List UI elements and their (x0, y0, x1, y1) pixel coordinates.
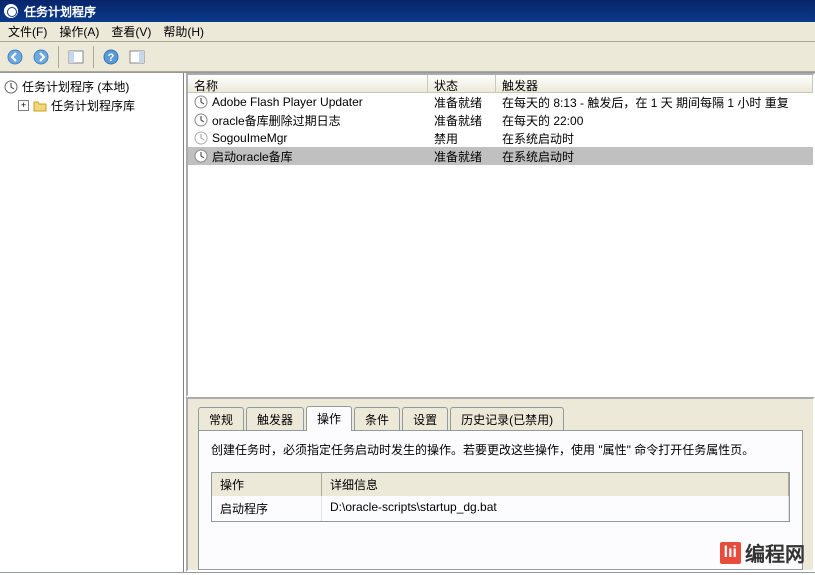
col-trigger[interactable]: 触发器 (496, 75, 813, 92)
work-area: 任务计划程序 (本地) + 任务计划程序库 名称 状态 触发器 Adobe Fl… (0, 72, 815, 573)
menu-file[interactable]: 文件(F) (2, 21, 53, 42)
tab-history[interactable]: 历史记录(已禁用) (450, 407, 564, 431)
right-pane: 名称 状态 触发器 Adobe Flash Player Updater 准备就… (184, 73, 815, 572)
actions-table[interactable]: 操作 详细信息 启动程序 D:\oracle-scripts\startup_d… (211, 472, 790, 522)
action-op: 启动程序 (212, 496, 322, 521)
toolbar: ? (0, 42, 815, 72)
col-name[interactable]: 名称 (188, 75, 428, 92)
task-name: SogouImeMgr (212, 131, 287, 145)
toolbar-separator (93, 46, 94, 68)
tab-body: 创建任务时，必须指定任务启动时发生的操作。若要更改这些操作，使用 "属性" 命令… (198, 430, 803, 570)
action-detail: D:\oracle-scripts\startup_dg.bat (322, 496, 789, 521)
window-title: 任务计划程序 (24, 3, 96, 20)
back-arrow-icon (7, 49, 23, 65)
toolbar-separator (58, 46, 59, 68)
scheduler-icon (4, 80, 18, 94)
task-trigger: 在每天的 22:00 (496, 112, 813, 129)
help-icon: ? (103, 49, 119, 65)
tree-pane[interactable]: 任务计划程序 (本地) + 任务计划程序库 (0, 73, 184, 572)
action-row[interactable]: 启动程序 D:\oracle-scripts\startup_dg.bat (212, 496, 789, 521)
forward-arrow-icon (33, 49, 49, 65)
task-status: 准备就绪 (428, 148, 496, 165)
help-button[interactable]: ? (100, 46, 122, 68)
menu-action[interactable]: 操作(A) (53, 21, 105, 42)
watermark-badge-icon: lıi (720, 542, 741, 564)
task-trigger: 在系统启动时 (496, 148, 813, 165)
forward-button[interactable] (30, 46, 52, 68)
task-row[interactable]: SogouImeMgr 禁用 在系统启动时 (188, 129, 813, 147)
tree-library[interactable]: + 任务计划程序库 (2, 96, 181, 115)
back-button[interactable] (4, 46, 26, 68)
detail-tabs: 常规 触发器 操作 条件 设置 历史记录(已禁用) (198, 405, 803, 430)
app-icon (4, 4, 18, 18)
task-row-selected[interactable]: 启动oracle备库 准备就绪 在系统启动时 (188, 147, 813, 165)
task-icon (194, 131, 208, 145)
show-action-pane-button[interactable] (126, 46, 148, 68)
task-icon (194, 149, 208, 163)
task-status: 禁用 (428, 130, 496, 147)
task-name: 启动oracle备库 (212, 148, 293, 165)
col-status[interactable]: 状态 (428, 75, 496, 92)
menu-help[interactable]: 帮助(H) (157, 21, 210, 42)
menu-bar: 文件(F) 操作(A) 查看(V) 帮助(H) (0, 22, 815, 42)
pane-icon (129, 49, 145, 65)
actions-description: 创建任务时，必须指定任务启动时发生的操作。若要更改这些操作，使用 "属性" 命令… (211, 441, 790, 458)
folder-icon (33, 99, 47, 113)
task-row[interactable]: oracle备库删除过期日志 准备就绪 在每天的 22:00 (188, 111, 813, 129)
col-detail[interactable]: 详细信息 (322, 473, 789, 496)
task-list[interactable]: 名称 状态 触发器 Adobe Flash Player Updater 准备就… (186, 73, 815, 397)
task-name: Adobe Flash Player Updater (212, 95, 363, 109)
tab-actions[interactable]: 操作 (306, 406, 352, 431)
watermark-text: 编程网 (745, 538, 805, 567)
panel-icon (68, 49, 84, 65)
tree-root[interactable]: 任务计划程序 (本地) (2, 77, 181, 96)
menu-view[interactable]: 查看(V) (105, 21, 157, 42)
title-bar: 任务计划程序 (0, 0, 815, 22)
actions-table-header: 操作 详细信息 (212, 473, 789, 496)
tab-general[interactable]: 常规 (198, 407, 244, 431)
tree-library-label: 任务计划程序库 (51, 97, 135, 114)
tab-settings[interactable]: 设置 (402, 407, 448, 431)
show-hide-tree-button[interactable] (65, 46, 87, 68)
task-name: oracle备库删除过期日志 (212, 112, 341, 129)
tab-conditions[interactable]: 条件 (354, 407, 400, 431)
list-body: Adobe Flash Player Updater 准备就绪 在每天的 8:1… (188, 93, 813, 395)
watermark: lıi 编程网 (720, 538, 805, 567)
task-status: 准备就绪 (428, 94, 496, 111)
task-icon (194, 95, 208, 109)
expand-icon[interactable]: + (18, 100, 29, 111)
task-icon (194, 113, 208, 127)
col-operation[interactable]: 操作 (212, 473, 322, 496)
svg-text:?: ? (108, 52, 115, 64)
task-status: 准备就绪 (428, 112, 496, 129)
tree-root-label: 任务计划程序 (本地) (22, 78, 129, 95)
task-trigger: 在每天的 8:13 - 触发后，在 1 天 期间每隔 1 小时 重复 (496, 94, 813, 111)
tab-triggers[interactable]: 触发器 (246, 407, 304, 431)
task-trigger: 在系统启动时 (496, 130, 813, 147)
task-row[interactable]: Adobe Flash Player Updater 准备就绪 在每天的 8:1… (188, 93, 813, 111)
list-header: 名称 状态 触发器 (188, 75, 813, 93)
